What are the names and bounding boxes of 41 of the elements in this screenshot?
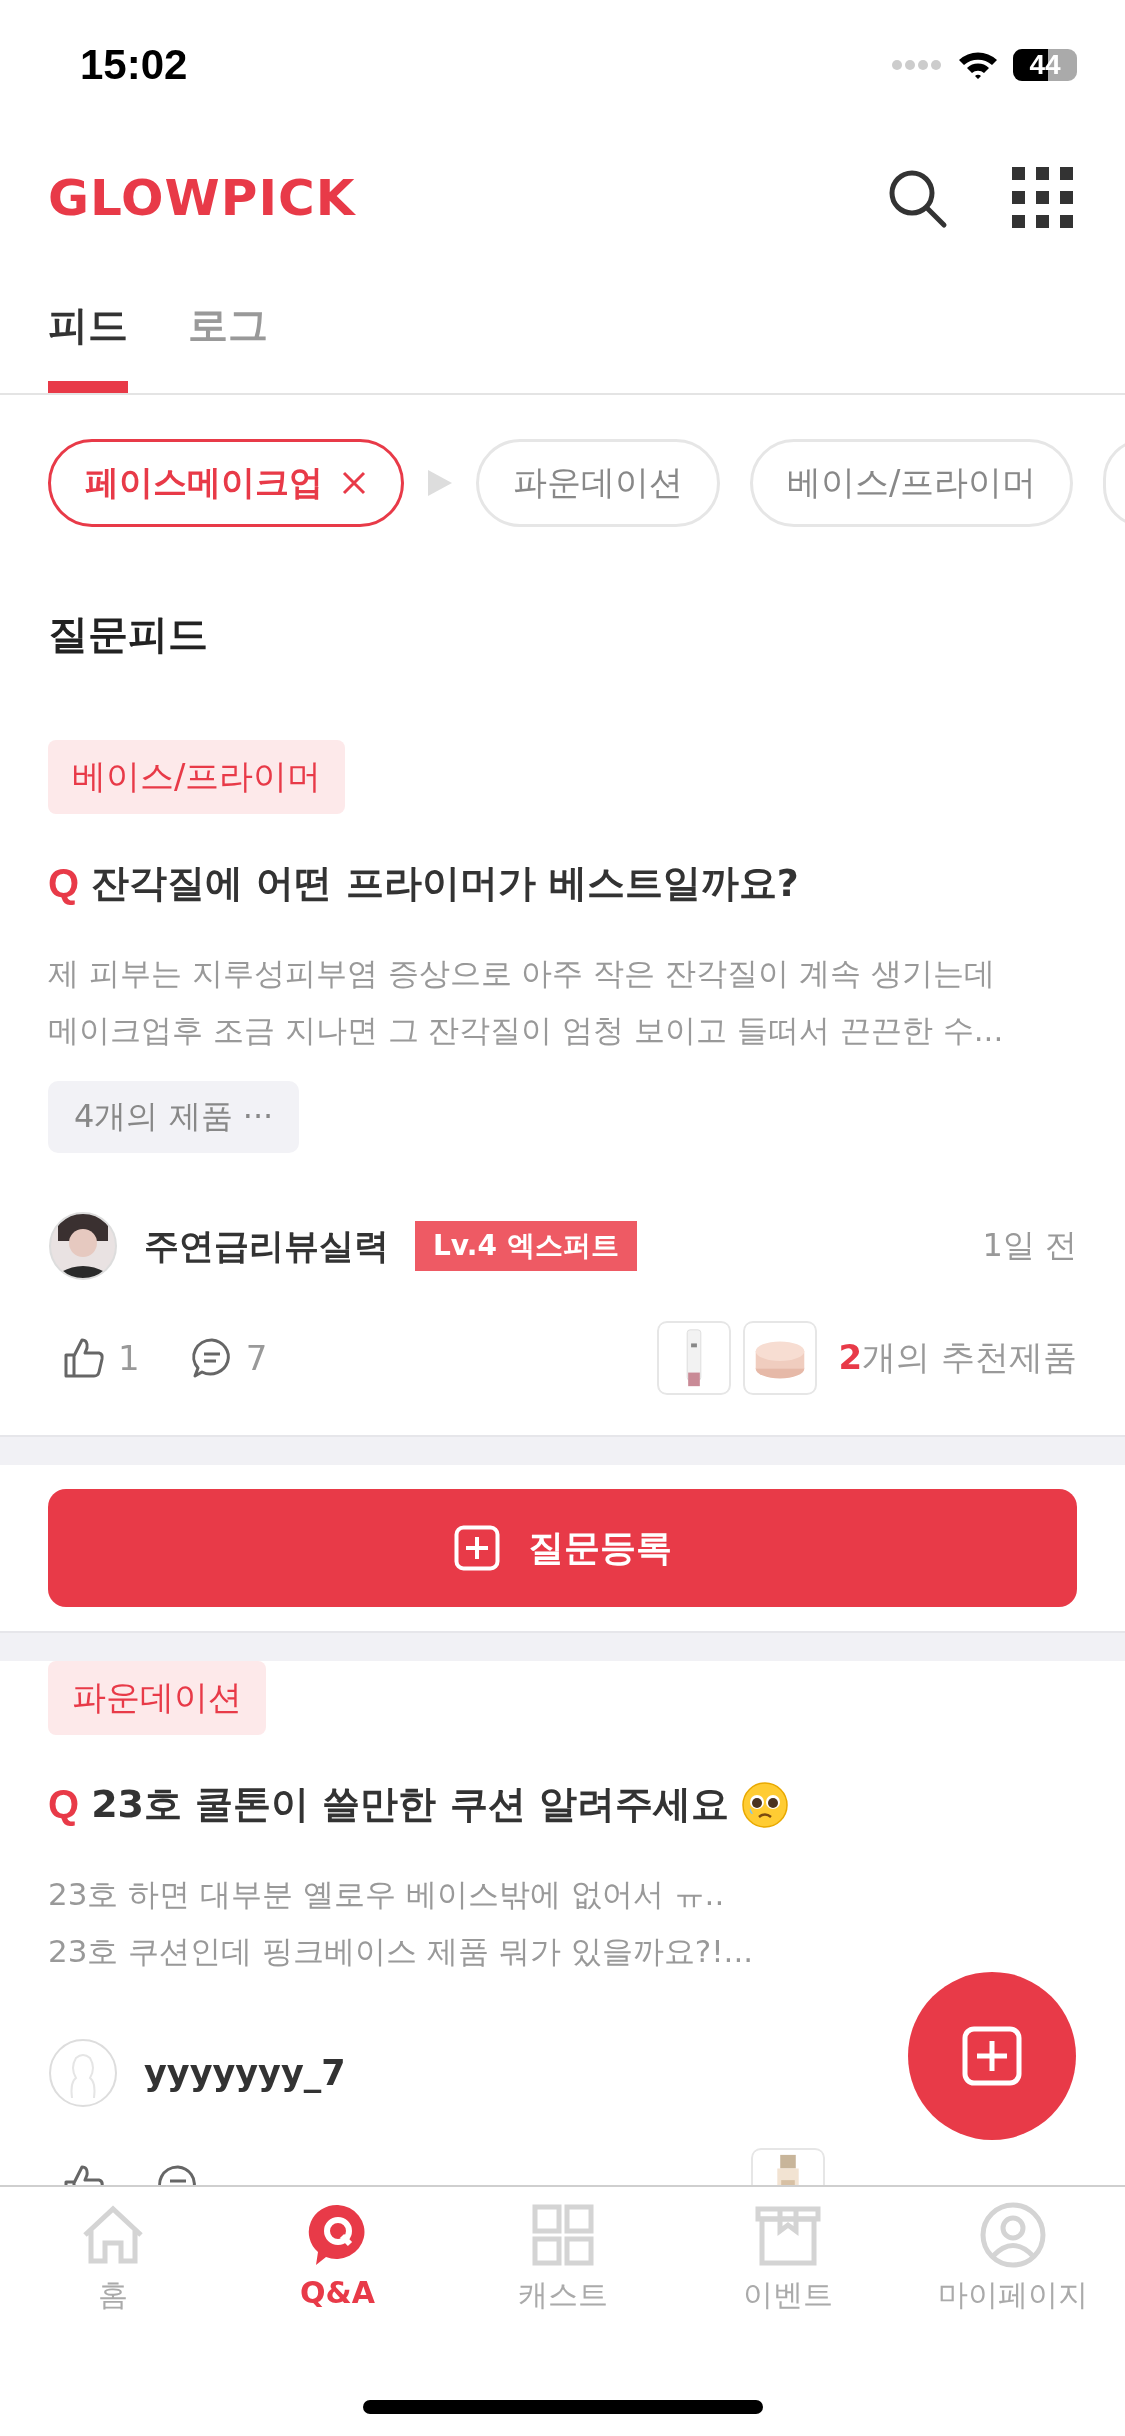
category-tag[interactable]: 베이스/프라이머: [48, 740, 346, 814]
category-chip[interactable]: 페이스메이크업: [48, 439, 404, 527]
plus-square-icon: [453, 1525, 500, 1571]
close-icon[interactable]: [341, 470, 367, 496]
tab[interactable]: 로그: [188, 298, 268, 393]
like-count: 1: [118, 1338, 140, 1378]
nav-item[interactable]: Q&A: [262, 2201, 413, 2316]
question-title[interactable]: 23호 쿨톤이 쓸만한 쿠션 알려주세요: [91, 1779, 729, 1830]
category-chip[interactable]: 파운데이션: [476, 439, 720, 527]
thumbs-up-icon[interactable]: [62, 1336, 106, 1380]
menu-grid-icon[interactable]: [1012, 167, 1073, 228]
question-preview: 제 피부는 지루성피부염 증상으로 아주 작은 잔각질이 계속 생기는데: [48, 954, 996, 993]
author-name[interactable]: 주연급리뷰실력: [144, 1222, 389, 1270]
triangle-right-icon: [428, 470, 452, 496]
avatar-icon: [48, 2038, 118, 2108]
nav-item[interactable]: 이벤트: [712, 2201, 863, 2316]
author-name[interactable]: yyyyyyy_7: [144, 2053, 346, 2093]
signal-icon: [891, 59, 943, 71]
q-mark: Q: [48, 861, 80, 906]
category-tag[interactable]: 파운데이션: [48, 1661, 266, 1735]
nav-item[interactable]: 홈: [37, 2201, 188, 2316]
level-badge: Lv.4 엑스퍼트: [415, 1221, 637, 1271]
plus-square-icon: [962, 2026, 1022, 2086]
question-preview: 메이크업후 조금 지나면 그 잔각질이 엄청 보이고 들떠서 끈끈한 수...: [48, 1011, 1005, 1050]
status-time: 15:02: [80, 41, 188, 89]
register-question-button[interactable]: 질문등록: [48, 1489, 1077, 1607]
products-chip[interactable]: 4개의 제품 ···: [48, 1081, 300, 1153]
nav-item[interactable]: 마이페이지: [937, 2201, 1088, 2316]
comment-count: 7: [245, 1338, 268, 1378]
question-preview: 23호 하면 대부분 옐로우 베이스밖에 없어서 ㅠ..: [48, 1875, 726, 1914]
question-preview: 23호 쿠션인데 핑크베이스 제품 뭐가 있을까요?!...: [48, 1932, 755, 1971]
q-mark: Q: [48, 1782, 80, 1827]
recommended-products-link[interactable]: 2개의 추천제품: [838, 1335, 1077, 1381]
nav-item[interactable]: 캐스트: [487, 2201, 638, 2316]
profile-icon: [978, 2201, 1047, 2269]
category-chip[interactable]: 베이스/프라이머: [750, 439, 1074, 527]
app-logo[interactable]: GLOWPICK: [48, 168, 356, 227]
tab[interactable]: 피드: [48, 298, 128, 393]
post-time: 1일 전: [982, 1225, 1077, 1266]
question-title[interactable]: 잔각질에 어떤 프라이머가 베스트일까요?: [91, 858, 799, 909]
section-title: 질문피드: [47, 610, 209, 659]
